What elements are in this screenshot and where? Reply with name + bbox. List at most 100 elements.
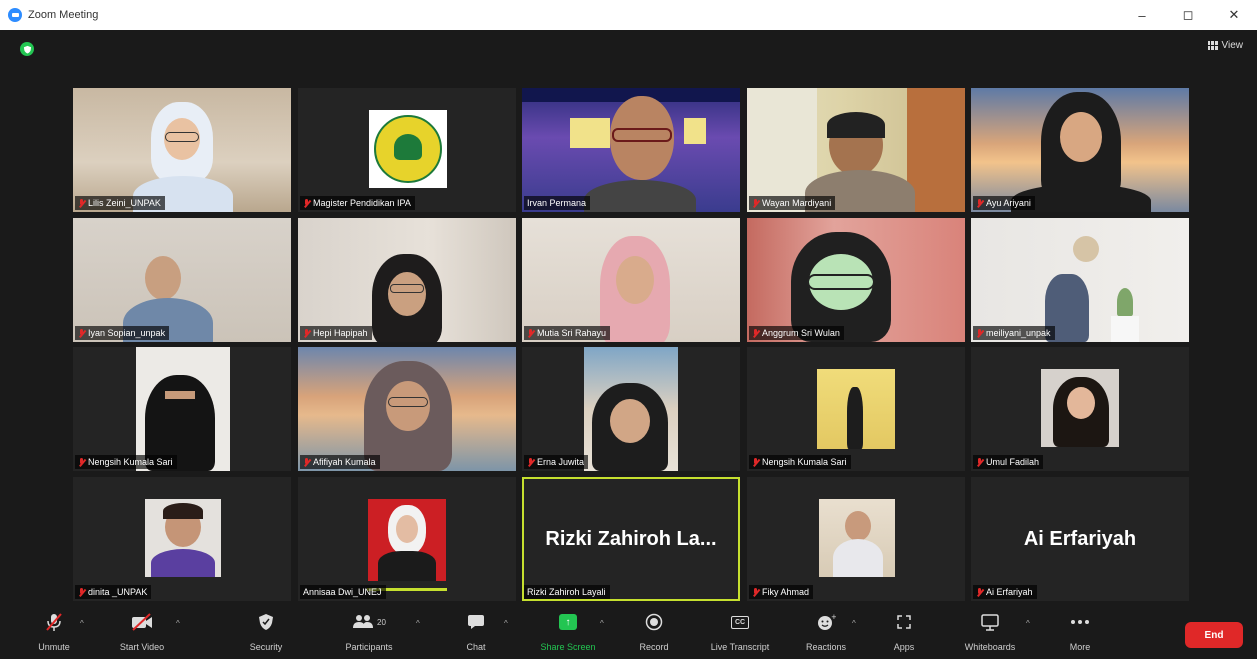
participant-name-tag: Magister Pendidikan IPA	[300, 196, 415, 210]
close-button[interactable]: ✕	[1211, 0, 1257, 30]
zoom-window: Zoom Meeting – ◻ ✕ View Lilis Zeini_UNPA…	[0, 0, 1257, 659]
participant-tile[interactable]: Nengsih Kumala Sari	[747, 347, 965, 471]
chat-options-caret-icon[interactable]: ^	[504, 619, 508, 628]
participants-icon: 20	[352, 611, 386, 633]
video-feed	[747, 88, 965, 212]
chat-bubble-icon	[467, 611, 485, 633]
video-feed	[298, 477, 516, 601]
video-feed	[971, 218, 1189, 342]
video-options-caret-icon[interactable]: ^	[176, 619, 180, 628]
participant-name-tag: Mutia Sri Rahayu	[524, 326, 611, 340]
participant-tile[interactable]: Magister Pendidikan IPA	[298, 88, 516, 212]
mic-muted-icon	[78, 198, 85, 208]
participant-tile[interactable]: Wayan Mardiyani	[747, 88, 965, 212]
mic-muted-icon	[752, 328, 759, 338]
participant-name-tag: Iyan Sopian_unpak	[75, 326, 170, 340]
participant-tile[interactable]: Iyan Sopian_unpak	[73, 218, 291, 342]
participant-name-tag: Wayan Mardiyani	[749, 196, 836, 210]
record-icon	[645, 611, 663, 633]
participant-name-tag: Irvan Permana	[524, 196, 591, 210]
participant-name-tag: meiliyani_unpak	[973, 326, 1055, 340]
participants-button[interactable]: 20 Participants	[329, 611, 409, 652]
mic-muted-icon	[976, 457, 983, 467]
participant-tile-active-speaker[interactable]: Rizki Zahiroh La... Rizki Zahiroh Layali	[522, 477, 740, 601]
video-feed	[73, 218, 291, 342]
smiley-icon: +	[816, 611, 836, 633]
participant-tile[interactable]: Mutia Sri Rahayu	[522, 218, 740, 342]
view-label: View	[1221, 40, 1244, 51]
video-feed	[971, 347, 1189, 471]
mic-muted-icon	[752, 457, 759, 467]
share-screen-icon: ↑	[559, 611, 577, 633]
video-feed	[971, 88, 1189, 212]
video-feed	[73, 477, 291, 601]
participant-display-name: Ai Erfariyah	[1023, 527, 1137, 550]
apps-button[interactable]: Apps	[864, 611, 944, 652]
participant-name-tag: Rizki Zahiroh Layali	[524, 585, 610, 599]
start-video-button[interactable]: Start Video	[102, 611, 182, 652]
participant-name-tag: Hepi Hapipah	[300, 326, 372, 340]
participant-tile[interactable]: Anggrum Sri Wulan	[747, 218, 965, 342]
participant-tile[interactable]: Fiky Ahmad	[747, 477, 965, 601]
video-feed	[522, 88, 740, 212]
participant-name-tag: Annisaa Dwi_UNEJ	[300, 585, 386, 599]
share-options-caret-icon[interactable]: ^	[600, 619, 604, 628]
participant-name-tag: Nengsih Kumala Sari	[749, 455, 851, 469]
minimize-button[interactable]: –	[1119, 0, 1165, 30]
participant-name-tag: Fiky Ahmad	[749, 585, 814, 599]
participant-tile[interactable]: Ayu Ariyani	[971, 88, 1189, 212]
video-feed	[298, 88, 516, 212]
mic-muted-icon	[527, 457, 534, 467]
chat-button[interactable]: Chat	[436, 611, 516, 652]
svg-text:+: +	[831, 613, 836, 621]
participant-name-tag: Lilis Zeini_UNPAK	[75, 196, 165, 210]
shield-icon	[258, 611, 274, 633]
security-button[interactable]: Security	[226, 611, 306, 652]
participants-options-caret-icon[interactable]: ^	[416, 619, 420, 628]
mic-muted-icon	[527, 328, 534, 338]
participant-name-tag: dinita _UNPAK	[75, 585, 152, 599]
mic-muted-icon	[303, 198, 310, 208]
whiteboards-button[interactable]: Whiteboards	[950, 611, 1030, 652]
mic-muted-icon	[752, 587, 759, 597]
camera-off-icon	[130, 611, 154, 633]
participant-tile[interactable]: Irvan Permana	[522, 88, 740, 212]
view-button[interactable]: View	[1207, 40, 1244, 51]
live-transcript-button[interactable]: CC Live Transcript	[700, 611, 780, 652]
whiteboards-options-caret-icon[interactable]: ^	[1026, 619, 1030, 628]
participant-name-tag: Ai Erfariyah	[973, 585, 1037, 599]
mic-muted-icon	[303, 328, 310, 338]
participant-tile[interactable]: Nengsih Kumala Sari	[73, 347, 291, 471]
video-feed	[73, 347, 291, 471]
participant-tile[interactable]: meiliyani_unpak	[971, 218, 1189, 342]
unmute-button[interactable]: Unmute	[14, 611, 94, 652]
more-button[interactable]: More	[1040, 611, 1120, 652]
participant-tile[interactable]: Erna Juwita	[522, 347, 740, 471]
title-bar: Zoom Meeting – ◻ ✕	[0, 0, 1257, 30]
participant-name-tag: Umul Fadilah	[973, 455, 1044, 469]
mic-muted-icon	[78, 457, 85, 467]
participant-tile[interactable]: Hepi Hapipah	[298, 218, 516, 342]
audio-options-caret-icon[interactable]: ^	[80, 619, 84, 628]
participant-tile[interactable]: Lilis Zeini_UNPAK	[73, 88, 291, 212]
participant-tile[interactable]: Umul Fadilah	[971, 347, 1189, 471]
participant-tile[interactable]: Afifiyah Kumala	[298, 347, 516, 471]
video-feed	[73, 88, 291, 212]
reactions-button[interactable]: + Reactions	[786, 611, 866, 652]
participant-name-tag: Afifiyah Kumala	[300, 455, 380, 469]
reactions-options-caret-icon[interactable]: ^	[852, 619, 856, 628]
window-title: Zoom Meeting	[28, 9, 99, 21]
participant-tile[interactable]: Ai Erfariyah Ai Erfariyah	[971, 477, 1189, 601]
video-feed	[522, 347, 740, 471]
mic-muted-icon	[752, 198, 759, 208]
participants-count: 20	[377, 617, 386, 627]
maximize-button[interactable]: ◻	[1165, 0, 1211, 30]
record-button[interactable]: Record	[614, 611, 694, 652]
end-meeting-button[interactable]: End	[1185, 622, 1243, 648]
share-screen-button[interactable]: ↑ Share Screen	[528, 611, 608, 652]
zoom-app-icon	[8, 8, 22, 22]
participant-tile[interactable]: Annisaa Dwi_UNEJ	[298, 477, 516, 601]
participant-tile[interactable]: dinita _UNPAK	[73, 477, 291, 601]
participant-name-tag: Anggrum Sri Wulan	[749, 326, 844, 340]
encryption-shield-icon[interactable]	[20, 42, 34, 56]
